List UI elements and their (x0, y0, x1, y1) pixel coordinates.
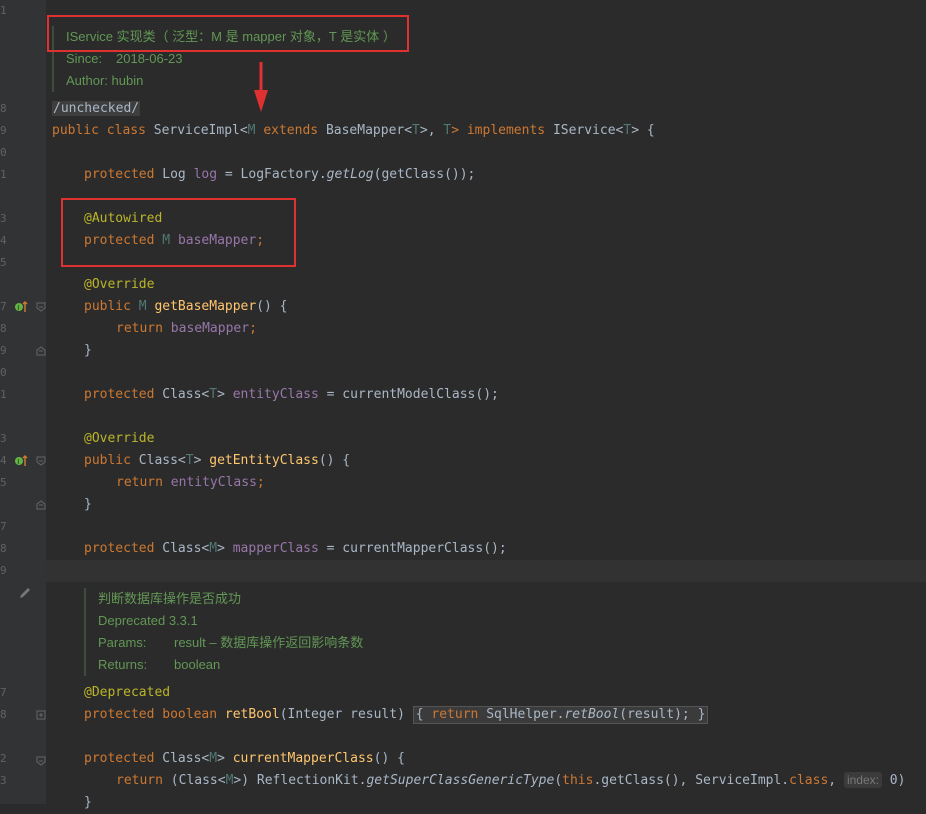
doc-params: Params: result – 数据库操作返回影响条数 (98, 632, 363, 654)
folded-body[interactable]: { return SqlHelper.retBool(result); } (412, 706, 709, 724)
mapper-class-field: protected Class<M> mapperClass = current… (84, 541, 507, 556)
line-number: 2 (0, 752, 7, 765)
return-statement: return entityClass; (116, 475, 265, 490)
red-arrow-annotation (254, 62, 268, 112)
fold-icon[interactable] (36, 756, 46, 766)
line-number: 4 (0, 454, 7, 467)
line-number: 7 (0, 300, 7, 313)
override-annotation: @Override (84, 277, 155, 292)
line-number: 8 (0, 102, 7, 115)
close-brace: } (84, 497, 92, 512)
line-number: 5 (0, 476, 7, 489)
doc-comment-bar (84, 588, 86, 676)
expand-fold-icon[interactable] (36, 710, 46, 720)
returns-value: boolean (174, 657, 221, 672)
svg-text:I: I (17, 458, 19, 466)
params-value: result – 数据库操作返回影响条数 (174, 635, 364, 650)
implements-method-icon[interactable]: I (14, 454, 28, 468)
params-label: Params: (98, 635, 147, 650)
line-number: 3 (0, 432, 7, 445)
line-number: 3 (0, 774, 7, 787)
line-number: 9 (0, 344, 7, 357)
deprecated-annotation: @Deprecated (84, 685, 171, 700)
line-number: 8 (0, 708, 7, 721)
line-number: 3 (0, 212, 7, 225)
get-base-mapper-method: public M getBaseMapper() { (84, 299, 288, 314)
get-entity-class-method: public Class<T> getEntityClass() { (84, 453, 351, 468)
implements-method-icon[interactable]: I (14, 300, 28, 314)
doc-deprecated: Deprecated 3.3.1 (98, 613, 198, 628)
fold-icon[interactable] (36, 302, 46, 312)
highlight-box-autowired (61, 198, 296, 267)
line-number: 7 (0, 686, 7, 699)
ret-bool-method: protected boolean retBool(Integer result… (84, 704, 709, 726)
line-number: 9 (0, 124, 7, 137)
fold-icon[interactable] (36, 346, 46, 356)
line-number: 1 (0, 4, 7, 17)
since-value: 2018-06-23 (116, 51, 183, 66)
line-number: 0 (0, 366, 7, 379)
line-number: 7 (0, 520, 7, 533)
line-number: 5 (0, 256, 7, 269)
override-annotation: @Override (84, 431, 155, 446)
highlight-box-doc-title (47, 15, 409, 52)
fold-icon[interactable] (36, 456, 46, 466)
close-brace: } (84, 795, 92, 810)
class-declaration: public class ServiceImpl<M extends BaseM… (52, 123, 655, 138)
line-number: 0 (0, 146, 7, 159)
return-reflection-statement: return (Class<M>) ReflectionKit.getSuper… (116, 772, 906, 788)
code-editor[interactable]: IService 实现类（ 泛型：M 是 mapper 对象，T 是实体 ） S… (46, 0, 926, 810)
edit-doc-icon[interactable] (18, 586, 32, 600)
line-number: 8 (0, 322, 7, 335)
line-number: 9 (0, 564, 7, 577)
line-number: 1 (0, 388, 7, 401)
returns-label: Returns: (98, 657, 148, 672)
doc-returns: Returns: boolean (98, 654, 220, 676)
log-field: protected Log log = LogFactory.getLog(ge… (84, 167, 476, 182)
suppress-line: /unchecked/ (52, 98, 141, 120)
close-brace: } (84, 343, 92, 358)
line-number: 8 (0, 542, 7, 555)
doc-summary: 判断数据库操作是否成功 (98, 591, 242, 606)
line-number: 1 (0, 168, 7, 181)
svg-text:I: I (17, 304, 19, 312)
editor-gutter[interactable]: 1 8 9 0 1 3 4 5 7 8 9 0 1 3 4 5 7 8 9 7 … (0, 0, 46, 804)
suppress-warning[interactable]: /unchecked/ (52, 101, 141, 116)
doc-author: Author: hubin (66, 73, 144, 88)
line-number: 4 (0, 234, 7, 247)
return-statement: return baseMapper; (116, 321, 257, 336)
current-mapper-class-method: protected Class<M> currentMapperClass() … (84, 751, 405, 766)
fold-icon[interactable] (36, 500, 46, 510)
entity-class-field: protected Class<T> entityClass = current… (84, 387, 499, 402)
parameter-hint: index: (843, 772, 882, 788)
